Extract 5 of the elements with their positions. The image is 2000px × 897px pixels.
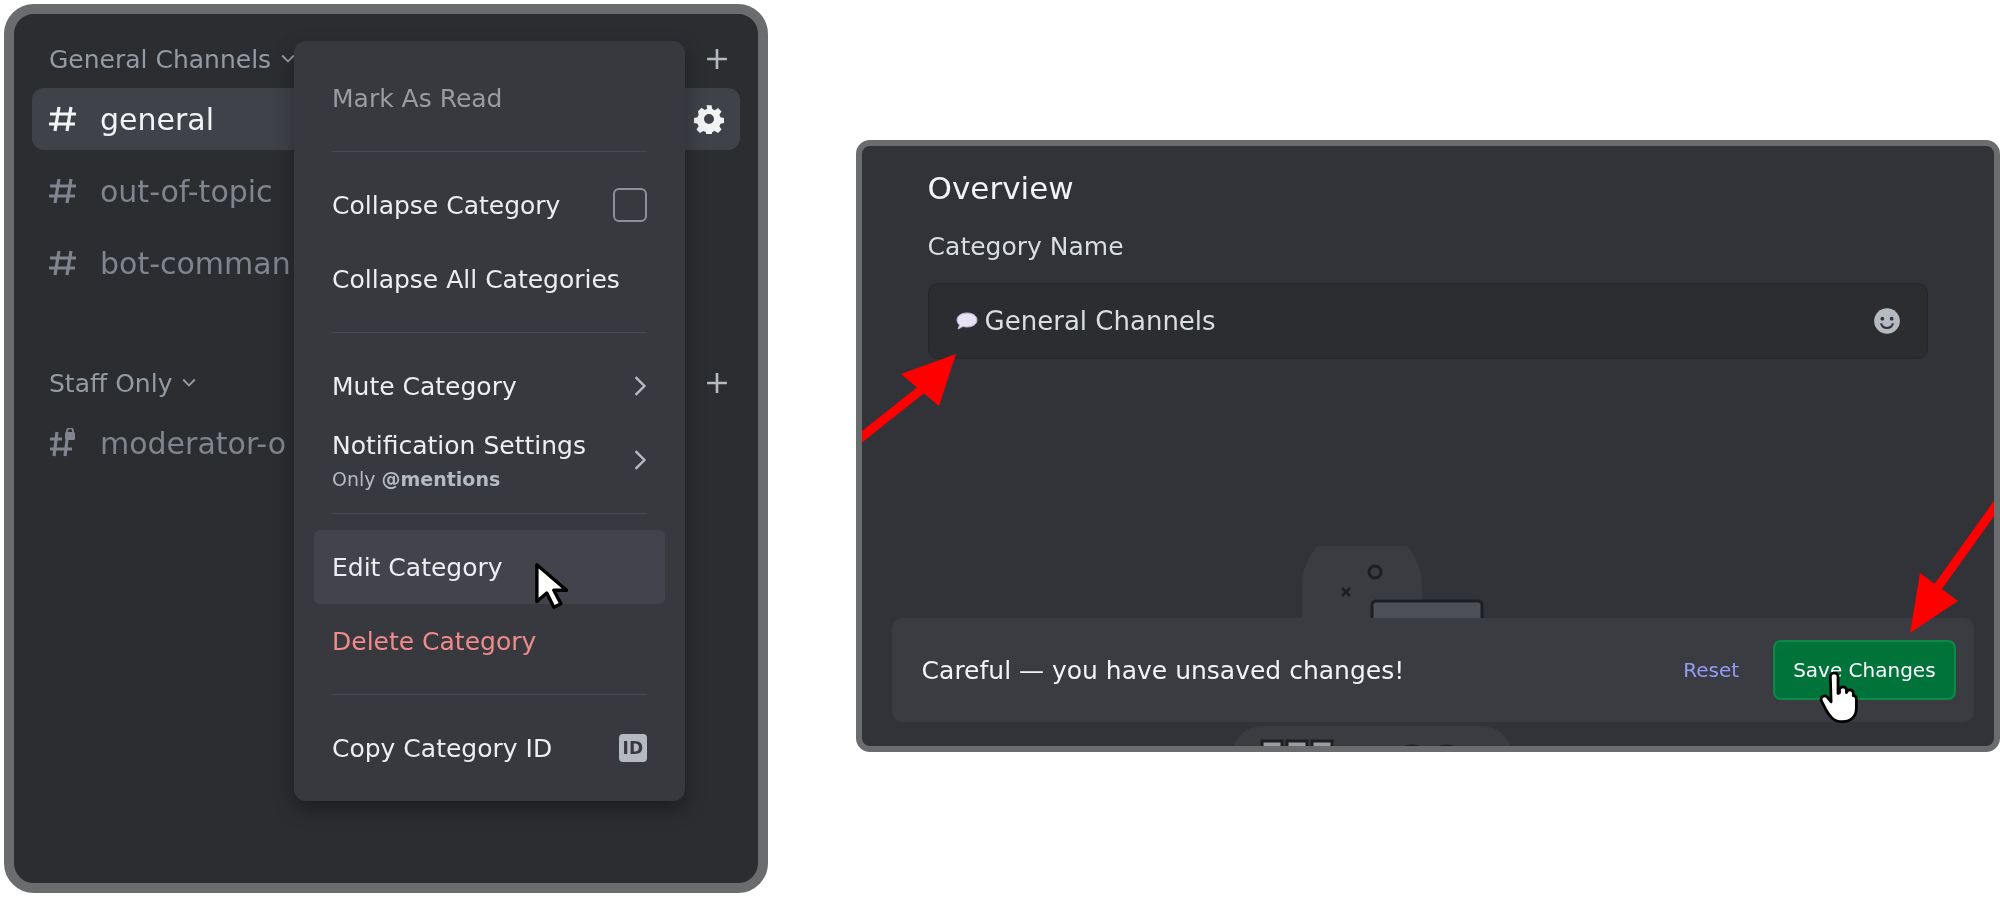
id-badge: ID	[618, 734, 647, 762]
menu-sublabel: Only @mentions	[332, 467, 502, 490]
section-heading: Overview	[927, 170, 1075, 206]
field-label: Category Name	[927, 232, 1125, 261]
unsaved-message: Careful — you have unsaved changes!	[921, 655, 1405, 685]
